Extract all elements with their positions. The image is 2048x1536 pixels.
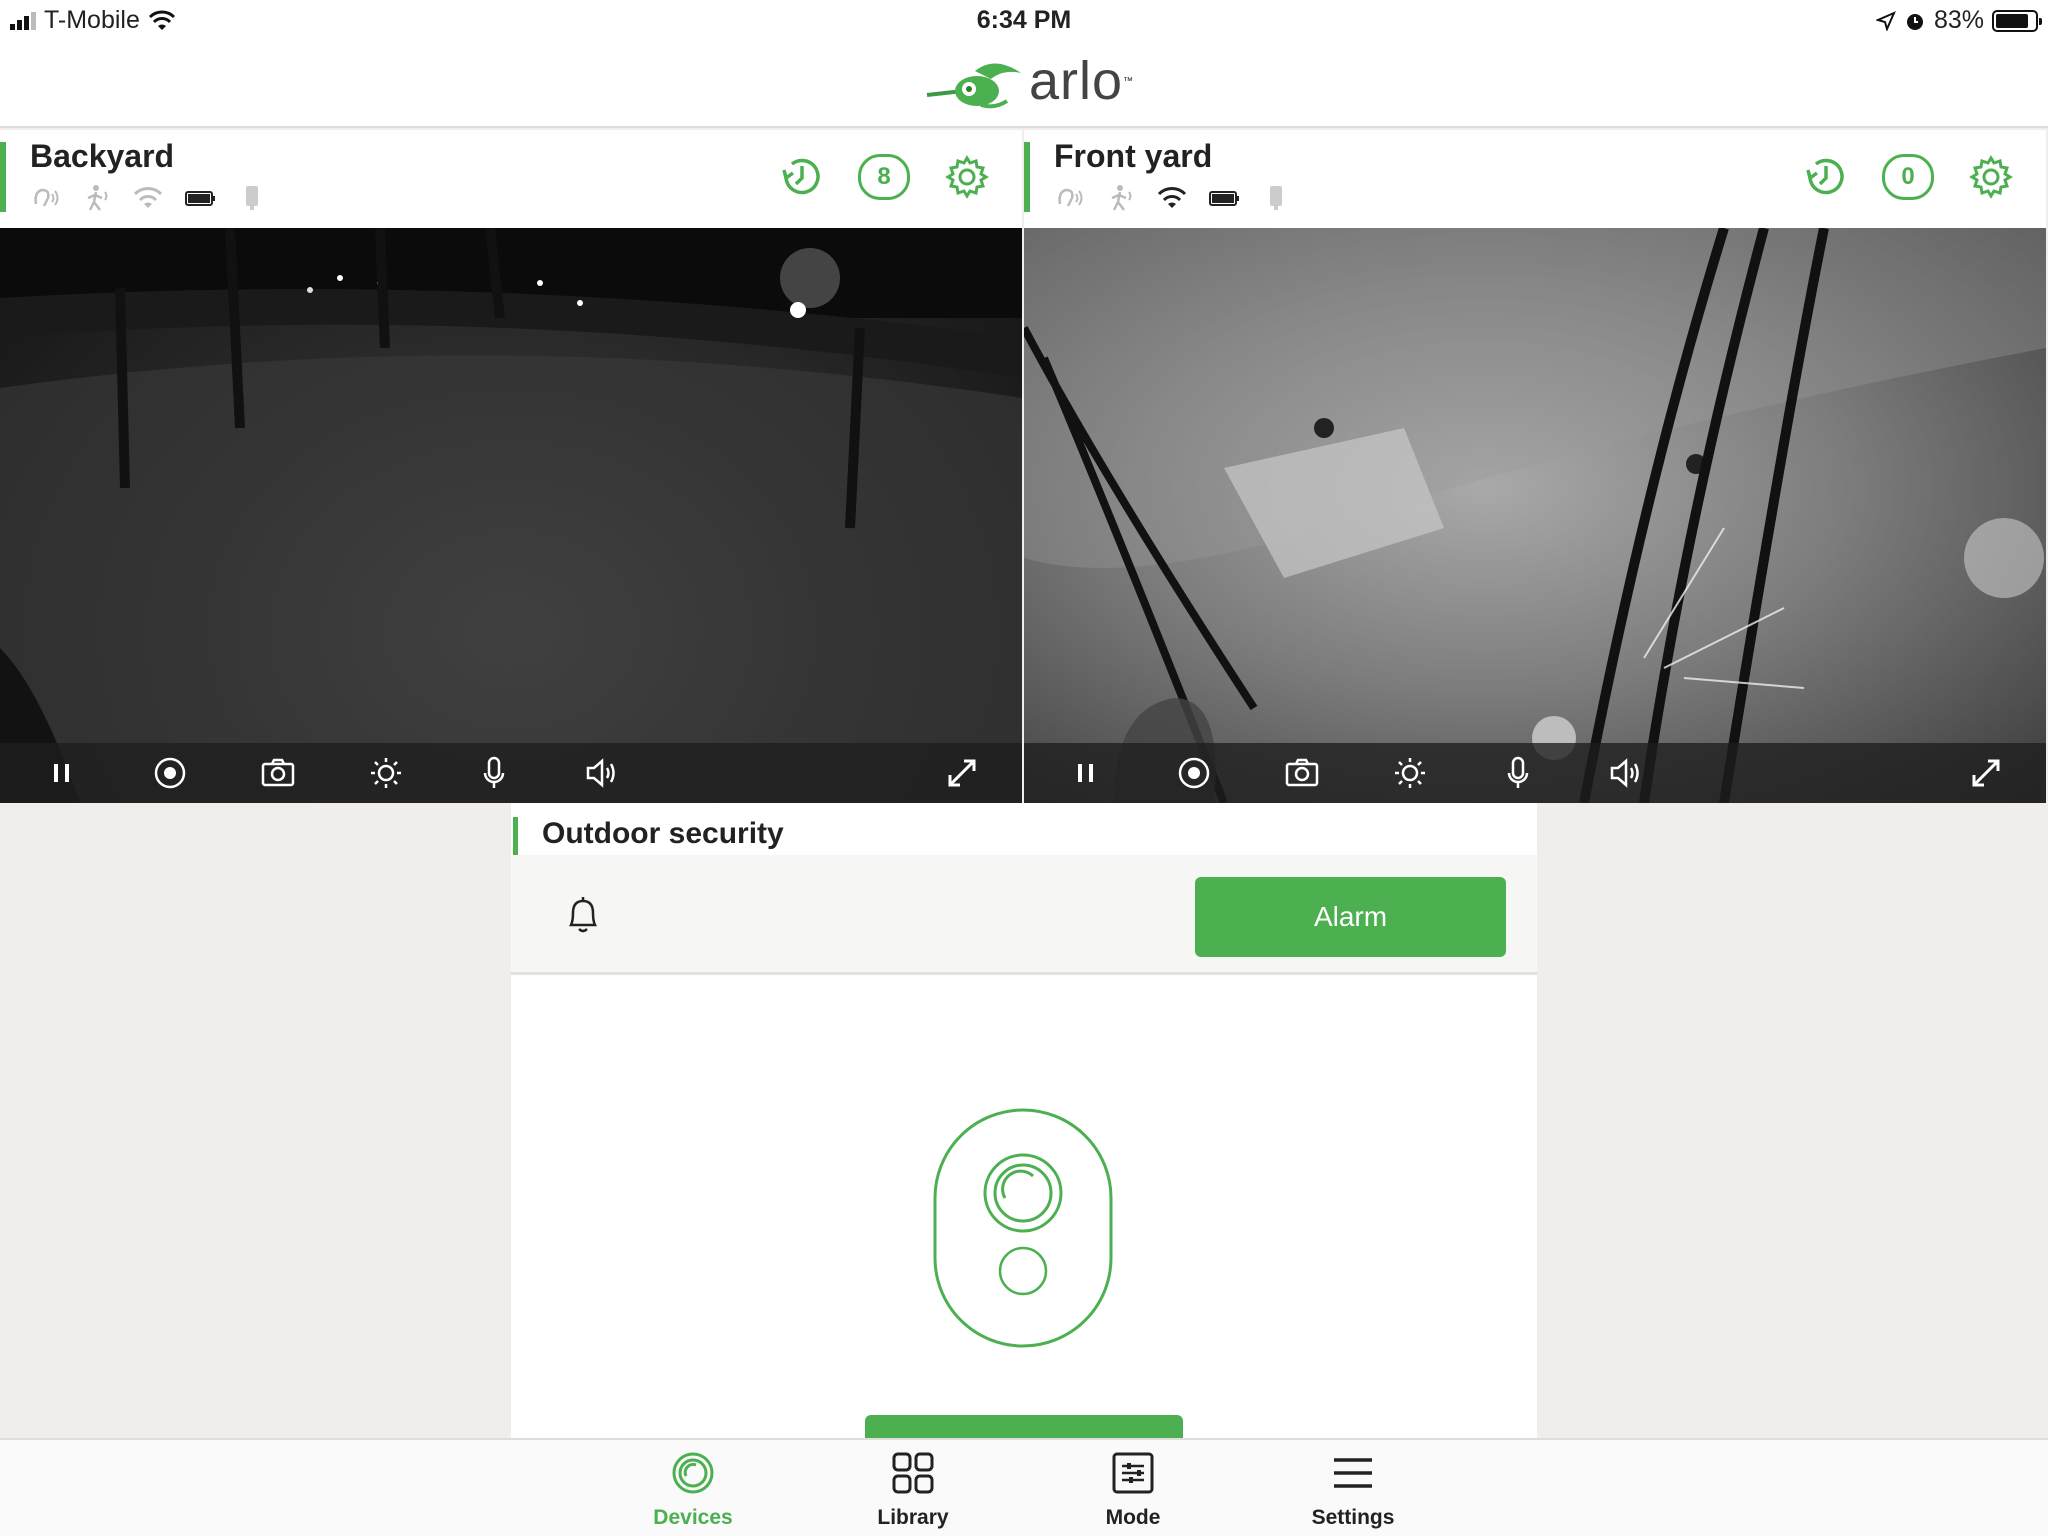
library-icon [892,1452,934,1494]
tab-label: Mode [1105,1506,1161,1529]
pause-icon[interactable] [1068,755,1104,791]
mode-card-title: Outdoor security [542,817,784,850]
location-arrow-icon [1875,10,1896,31]
microphone-icon[interactable] [1500,755,1536,791]
accent-bar [1024,142,1030,212]
camera-status-icons [28,182,268,214]
accent-bar [0,142,6,212]
tab-label: Library [877,1506,949,1529]
camera-actions: 8 [776,152,992,202]
wifi-icon [133,187,163,208]
gear-icon[interactable] [1966,152,2016,202]
brightness-icon[interactable] [1392,755,1428,791]
logo-trademark: ™ [1123,75,1134,87]
camera-header: Front yard 0 [1024,130,2046,228]
camera-panel-backyard: Backyard 8 [0,130,1022,803]
motion-detection-icon [87,185,108,211]
fullscreen-icon[interactable] [1968,755,2004,791]
camera-panel-front-yard: Front yard 0 [1024,130,2046,803]
motion-detection-icon [1111,185,1132,211]
audio-detection-icon [34,188,59,207]
camera-feed-backyard[interactable] [0,228,1022,803]
signal-icon [246,186,258,210]
tab-mode[interactable]: Mode [1053,1450,1213,1530]
clip-count-badge[interactable]: 8 [858,154,910,200]
alarm-row: Alarm [511,855,1537,975]
speaker-icon[interactable] [1608,755,1644,791]
arlo-logo: arlo ™ [925,50,1133,112]
battery-icon [1992,9,2042,32]
camera-header: Backyard 8 [0,130,1022,228]
record-icon[interactable] [152,755,188,791]
app-header: arlo ™ [0,42,2048,128]
camera-feed-front-yard[interactable] [1024,228,2046,803]
tab-library[interactable]: Library [833,1450,993,1530]
fullscreen-icon[interactable] [944,755,980,791]
speaker-icon[interactable] [584,755,620,791]
battery-icon [185,191,215,206]
snapshot-icon[interactable] [260,755,296,791]
battery-icon [1209,191,1239,206]
wifi-icon [1157,187,1187,208]
logo-text: arlo [1029,51,1124,111]
history-icon[interactable] [1800,152,1850,202]
arlo-bird-icon [926,63,1021,109]
tab-devices[interactable]: Devices [613,1450,773,1530]
settings-menu-icon [1334,1458,1372,1488]
mode-card-header: Outdoor security [511,803,1537,887]
camera-actions: 0 [1800,152,2016,202]
camera-status-icons [1052,182,1292,214]
tab-label: Devices [653,1506,733,1529]
microphone-icon[interactable] [476,755,512,791]
camera-name: Front yard [1054,138,1213,174]
tab-label: Settings [1311,1506,1395,1529]
camera-controls [1024,743,2046,803]
battery-percent: 83% [1933,6,1984,34]
audio-detection-icon [1058,188,1083,207]
tab-settings[interactable]: Settings [1273,1450,1433,1530]
bell-icon[interactable] [561,893,605,937]
clock: 6:34 PM [976,6,1072,34]
camera-device-icon [933,1108,1113,1348]
camera-controls [0,743,1022,803]
devices-icon [672,1452,714,1494]
feed-scene [1024,228,2046,803]
brightness-icon[interactable] [368,755,404,791]
clip-count-badge[interactable]: 0 [1882,154,1934,200]
camera-name: Backyard [30,138,175,174]
history-icon[interactable] [776,152,826,202]
mode-icon [1112,1452,1154,1494]
alarm-button[interactable]: Alarm [1195,877,1506,957]
snapshot-icon[interactable] [1284,755,1320,791]
tab-bar: Devices Library Mode Settings [0,1438,2048,1536]
record-icon[interactable] [1176,755,1212,791]
gear-icon[interactable] [942,152,992,202]
signal-icon [1270,186,1282,210]
alarm-clock-icon [1906,13,1923,30]
feed-scene [0,228,1022,803]
pause-icon[interactable] [44,755,80,791]
status-bar: T-Mobile 6:34 PM 83% [0,0,2048,42]
status-right: 83% [1875,6,2042,35]
mode-card-outdoor-security: Outdoor security Alarm [511,803,1537,1455]
